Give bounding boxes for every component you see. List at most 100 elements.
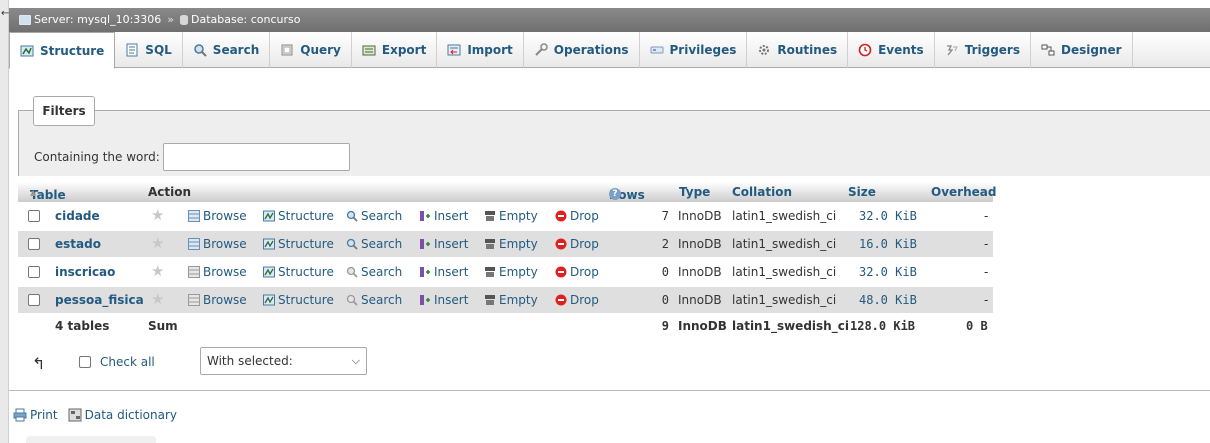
engine-type: InnoDB [678, 293, 722, 307]
empty-icon [485, 239, 495, 249]
browse-icon [188, 210, 200, 222]
header-size[interactable]: Size [848, 185, 876, 199]
tab-events[interactable]: Events [848, 32, 935, 68]
collation-value: latin1_swedish_ci [732, 209, 837, 223]
structure-action[interactable]: Structure [263, 237, 334, 251]
header-collation[interactable]: Collation [732, 185, 792, 199]
footer-links: Print Data dictionary [13, 408, 177, 422]
help-icon[interactable]: ? [609, 188, 621, 200]
favorite-star-icon[interactable]: ★ [151, 290, 164, 308]
breadcrumb-database[interactable]: Database: concurso [180, 8, 300, 32]
favorite-star-icon[interactable]: ★ [151, 234, 164, 252]
breadcrumb-server-label[interactable]: Server: mysql_10:3306 [34, 8, 161, 32]
insert-icon [420, 211, 430, 221]
drop-action[interactable]: Drop [555, 237, 599, 251]
print-link[interactable]: Print [13, 408, 58, 422]
search-action[interactable]: Search [346, 237, 402, 251]
size-link[interactable]: 32.0 KiB [859, 209, 917, 223]
engine-type: InnoDB [678, 265, 722, 279]
insert-icon [420, 267, 430, 277]
tab-export[interactable]: Export [352, 32, 438, 68]
wrench-icon [535, 43, 548, 56]
data-dictionary-link[interactable]: Data dictionary [68, 408, 177, 422]
table-name-link[interactable]: cidade [55, 209, 100, 223]
table-name-link[interactable]: estado [55, 237, 101, 251]
structure-icon [263, 238, 275, 250]
browse-action[interactable]: Browse [188, 237, 247, 251]
row-checkbox[interactable] [28, 266, 40, 278]
export-icon [362, 45, 376, 56]
tab-import[interactable]: Import [437, 32, 524, 68]
routines-icon [759, 45, 770, 55]
insert-action[interactable]: Insert [419, 209, 468, 223]
summary-overhead: 0 B [966, 319, 988, 333]
size-link[interactable]: 16.0 KiB [859, 237, 917, 251]
tab-privileges[interactable]: Privileges [640, 32, 748, 68]
filter-input[interactable] [163, 143, 350, 171]
tab-routines[interactable]: Routines [747, 32, 849, 68]
size-link[interactable]: 48.0 KiB [859, 293, 917, 307]
empty-action[interactable]: Empty [484, 293, 538, 307]
drop-action[interactable]: Drop [555, 293, 599, 307]
empty-action[interactable]: Empty [484, 237, 538, 251]
tab-label: Triggers [964, 43, 1020, 57]
breadcrumb-server[interactable]: Server: mysql_10:3306 [19, 8, 161, 32]
drop-action[interactable]: Drop [555, 209, 599, 223]
filters-legend: Filters [33, 96, 95, 126]
table-name-link[interactable]: inscricao [55, 265, 115, 279]
structure-icon [263, 266, 275, 278]
row-checkbox[interactable] [28, 238, 40, 250]
row-count: 0 [661, 265, 669, 279]
check-all-checkbox[interactable] [79, 356, 91, 368]
drop-icon [555, 210, 567, 222]
table-row: pessoa_fisica ★ Browse Structure Search … [18, 287, 993, 313]
check-all-label[interactable]: Check all [100, 355, 155, 369]
overhead-value: - [984, 237, 989, 251]
row-checkbox[interactable] [28, 210, 40, 222]
tab-query[interactable]: Query [270, 32, 352, 68]
structure-action[interactable]: Structure [263, 209, 334, 223]
structure-action[interactable]: Structure [263, 265, 334, 279]
insert-action[interactable]: Insert [419, 293, 468, 307]
favorite-star-icon[interactable]: ★ [151, 262, 164, 280]
header-type[interactable]: Type [679, 185, 710, 199]
insert-action[interactable]: Insert [419, 237, 468, 251]
table-row: cidade ★ Browse Structure Search Insert … [18, 203, 993, 229]
browse-action[interactable]: Browse [188, 209, 247, 223]
empty-action[interactable]: Empty [484, 209, 538, 223]
tab-structure[interactable]: Structure [9, 32, 116, 69]
size-link[interactable]: 32.0 KiB [859, 265, 917, 279]
tab-search[interactable]: Search [183, 32, 271, 68]
search-action[interactable]: Search [346, 293, 402, 307]
navigation-collapse-bar[interactable]: ← [0, 0, 9, 443]
tab-label: SQL [145, 43, 172, 57]
drop-action[interactable]: Drop [555, 265, 599, 279]
browse-icon [188, 294, 200, 306]
browse-action[interactable]: Browse [188, 265, 247, 279]
designer-icon [1041, 44, 1055, 56]
tab-label: Events [878, 43, 924, 57]
tab-sql[interactable]: SQL [115, 32, 183, 68]
tab-operations[interactable]: Operations [524, 32, 640, 68]
structure-action[interactable]: Structure [263, 293, 334, 307]
empty-action[interactable]: Empty [484, 265, 538, 279]
table-row: inscricao ★ Browse Structure Search Inse… [18, 259, 993, 285]
row-checkbox[interactable] [28, 294, 40, 306]
insert-action[interactable]: Insert [419, 265, 468, 279]
browse-action[interactable]: Browse [188, 293, 247, 307]
search-action[interactable]: Search [346, 265, 402, 279]
tab-label: Routines [777, 43, 838, 57]
favorite-star-icon[interactable]: ★ [151, 206, 164, 224]
search-action[interactable]: Search [346, 209, 402, 223]
breadcrumb-database-label[interactable]: Database: concurso [191, 8, 300, 32]
tab-triggers[interactable]: Triggers [935, 32, 1031, 68]
console-tab[interactable] [26, 436, 156, 443]
summary-type: InnoDB [678, 319, 727, 333]
collation-value: latin1_swedish_ci [732, 293, 837, 307]
tab-label: Search [212, 43, 260, 57]
clock-icon [858, 43, 872, 57]
table-name-link[interactable]: pessoa_fisica [55, 293, 144, 307]
with-selected-dropdown[interactable]: With selected: ⌵ [200, 347, 367, 375]
header-overhead[interactable]: Overhead [931, 185, 996, 199]
tab-designer[interactable]: Designer [1031, 32, 1133, 68]
